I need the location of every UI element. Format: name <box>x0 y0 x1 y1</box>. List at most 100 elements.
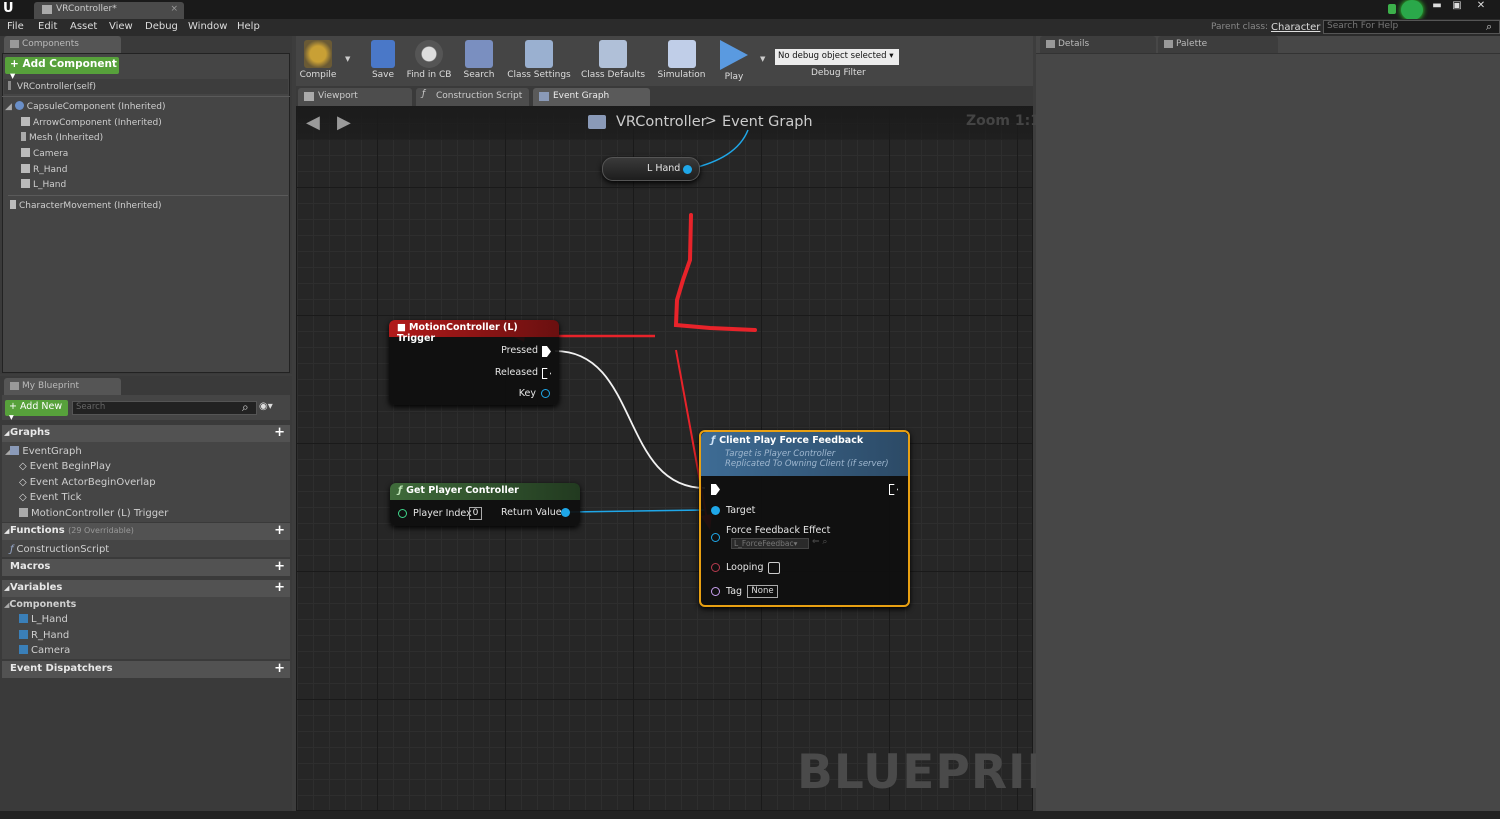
blueprint-book-icon <box>10 382 19 390</box>
view-options-icon[interactable]: ◉▾ <box>259 401 273 412</box>
debug-object-select[interactable]: No debug object selected ▾ <box>775 49 899 65</box>
macros-section-header[interactable]: Macros + <box>2 559 290 576</box>
menu-window[interactable]: Window <box>188 21 227 32</box>
components-tab-label: Components <box>22 39 79 49</box>
compile-options-dropdown[interactable]: ▼ <box>345 55 350 63</box>
cpff-exec-in-pin[interactable] <box>711 484 720 495</box>
blueprint-search-input[interactable]: Search <box>72 401 257 415</box>
motion-controller-trigger-item[interactable]: MotionController (L) Trigger <box>19 508 168 523</box>
released-exec-pin[interactable] <box>542 368 551 379</box>
play-options-dropdown[interactable]: ▼ <box>760 55 765 63</box>
breadcrumb-blueprint[interactable]: VRController <box>616 114 707 130</box>
menu-asset[interactable]: Asset <box>70 21 97 32</box>
tab-event-graph[interactable]: Event Graph <box>533 88 650 106</box>
tree-item-l-hand[interactable]: L_Hand <box>21 179 66 194</box>
force-feedback-asset-select[interactable]: L_ForceFeedbac▾ <box>731 538 809 549</box>
graphs-section-header[interactable]: ◢ Graphs + <box>2 425 290 442</box>
camera-icon <box>21 148 30 157</box>
compile-button[interactable]: Compile <box>298 38 338 84</box>
event-beginplay-item[interactable]: ◇ Event BeginPlay <box>19 461 111 476</box>
tab-viewport[interactable]: Viewport <box>298 88 412 106</box>
maximize-button[interactable]: ▣ <box>1450 1 1464 11</box>
save-button[interactable]: Save <box>366 38 400 84</box>
tree-item-arrow[interactable]: ArrowComponent (Inherited) <box>21 117 162 132</box>
menu-view[interactable]: View <box>109 21 133 32</box>
palette-tab[interactable]: Palette <box>1158 36 1278 53</box>
client-play-force-feedback-node[interactable]: ƒ Client Play Force Feedback Target is Pl… <box>699 430 910 607</box>
motion-controller-trigger-node[interactable]: ■ MotionController (L) Trigger Pressed Re… <box>389 320 559 405</box>
search-button[interactable]: Search <box>460 38 498 84</box>
find-in-cb-button[interactable]: Find in CB <box>404 38 454 84</box>
forward-arrow-icon[interactable]: ▶ <box>337 112 353 133</box>
notification-indicator-icon[interactable] <box>1401 0 1423 20</box>
add-graph-button[interactable]: + <box>274 426 285 439</box>
components-tab[interactable]: Components <box>4 36 121 53</box>
details-tab[interactable]: Details <box>1040 36 1156 53</box>
play-button[interactable]: Play <box>714 38 754 84</box>
event-dispatchers-section-header[interactable]: Event Dispatchers + <box>2 661 290 678</box>
cpff-tag-pin[interactable] <box>711 587 720 596</box>
class-defaults-button[interactable]: Class Defaults <box>579 38 647 84</box>
menu-file[interactable]: File <box>7 21 24 32</box>
add-variable-button[interactable]: + <box>274 581 285 594</box>
functions-section-header[interactable]: ◢ Functions (29 Overridable) + <box>2 523 290 540</box>
event-actor-begin-overlap-item[interactable]: ◇ Event ActorBeginOverlap <box>19 477 156 492</box>
event-tick-item[interactable]: ◇ Event Tick <box>19 492 81 507</box>
l-hand-variable-node[interactable]: L Hand <box>602 157 700 181</box>
event-graph-canvas[interactable] <box>296 106 1033 811</box>
tree-item-character-movement[interactable]: CharacterMovement (Inherited) <box>10 200 162 215</box>
add-component-button[interactable]: + Add Component ▾ <box>5 57 119 82</box>
return-value-pin[interactable] <box>561 508 570 517</box>
key-output-pin[interactable] <box>541 389 550 398</box>
add-function-button[interactable]: + <box>274 524 285 537</box>
back-arrow-icon[interactable]: ◀ <box>306 112 322 133</box>
menu-edit[interactable]: Edit <box>38 21 57 32</box>
components-category[interactable]: ◢Components <box>4 599 76 614</box>
pressed-exec-pin[interactable] <box>542 346 551 357</box>
player-index-pin[interactable] <box>398 509 407 518</box>
add-dispatcher-button[interactable]: + <box>274 662 285 675</box>
capsule-icon <box>14 101 24 110</box>
l-hand-output-pin[interactable] <box>683 165 692 174</box>
cpff-target-pin[interactable] <box>711 506 720 515</box>
close-window-button[interactable]: ✕ <box>1474 1 1488 11</box>
tree-item-camera[interactable]: Camera <box>21 148 68 163</box>
tree-item-r-hand[interactable]: R_Hand <box>21 164 67 179</box>
add-new-button[interactable]: + Add New ▾ <box>5 400 68 423</box>
variable-l-hand[interactable]: L_Hand <box>19 614 68 629</box>
variables-section-header[interactable]: ◢ Variables + <box>2 580 290 597</box>
construction-script-item[interactable]: ƒ ConstructionScript <box>10 544 109 559</box>
cpff-exec-out-pin[interactable] <box>889 484 898 495</box>
cpff-looping-pin[interactable] <box>711 563 720 572</box>
close-tab-icon[interactable]: × <box>170 4 178 14</box>
save-icon <box>371 40 395 68</box>
arrow-icon <box>21 117 30 126</box>
minimize-button[interactable]: ▬ <box>1430 1 1444 11</box>
viewport-icon <box>304 92 314 101</box>
event-graph-item[interactable]: ◢ EventGraph <box>5 446 82 461</box>
component-self[interactable]: VRController(self) <box>8 81 96 96</box>
tag-input[interactable]: None <box>747 585 778 598</box>
tree-item-mesh[interactable]: Mesh (Inherited) <box>21 132 103 147</box>
looping-checkbox[interactable] <box>768 562 780 574</box>
asset-picker-icons[interactable]: ⇐ ⌕ <box>812 537 827 547</box>
help-search-input[interactable]: Search For Help <box>1323 20 1500 34</box>
get-player-controller-node[interactable]: ƒ Get Player Controller Player Index 0 Re… <box>390 483 580 526</box>
player-index-input[interactable]: 0 <box>469 507 482 520</box>
menu-help[interactable]: Help <box>237 21 260 32</box>
graph-icon <box>539 92 549 101</box>
add-macro-button[interactable]: + <box>274 560 285 573</box>
document-tab[interactable]: VRController* × <box>34 2 184 19</box>
my-blueprint-tab[interactable]: My Blueprint <box>4 378 121 395</box>
breadcrumb-graph[interactable]: Event Graph <box>722 114 813 130</box>
variable-camera[interactable]: Camera <box>19 645 70 660</box>
class-settings-button[interactable]: Class Settings <box>505 38 573 84</box>
cpff-effect-pin[interactable] <box>711 533 720 542</box>
tree-item-capsule[interactable]: ◢ CapsuleComponent (Inherited) <box>5 101 165 116</box>
tab-construction-script[interactable]: ƒ Construction Script <box>416 88 529 106</box>
menu-debug[interactable]: Debug <box>145 21 178 32</box>
binoculars-icon <box>465 40 493 68</box>
simulation-button[interactable]: Simulation <box>654 38 709 84</box>
parent-class-link[interactable]: Character <box>1271 22 1320 33</box>
variable-r-hand[interactable]: R_Hand <box>19 630 69 645</box>
